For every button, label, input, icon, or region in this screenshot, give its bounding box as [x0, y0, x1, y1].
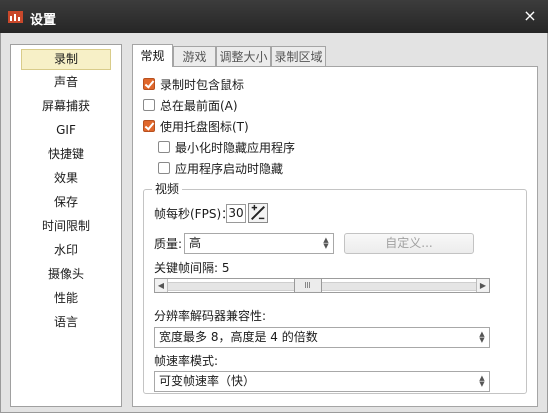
always-on-top-label: 总在最前面(A) — [160, 99, 238, 113]
tab-record-area[interactable]: 录制区域 — [271, 46, 326, 66]
settings-category-list: 录制 声音 屏幕捕获 GIF 快捷键 效果 保存 时间限制 水印 摄像头 性能 … — [10, 44, 122, 407]
slider-track[interactable] — [168, 279, 476, 292]
spin-arrows-icon: ▲ ▼ — [479, 374, 485, 388]
hide-on-minimize-checkbox[interactable] — [158, 141, 170, 153]
quality-select[interactable]: 高 ▲ ▼ — [184, 233, 334, 254]
include-cursor-checkbox[interactable] — [143, 78, 155, 90]
title-bar: 设置 × — [0, 0, 548, 33]
resolution-compat-label: 分辨率解码器兼容性: — [154, 309, 267, 323]
keyframe-interval-slider[interactable]: ◀ ▶ — [154, 278, 490, 293]
slider-thumb[interactable] — [294, 279, 322, 292]
sidebar-item-webcam[interactable]: 摄像头 — [21, 264, 111, 285]
sidebar-item-performance[interactable]: 性能 — [21, 288, 111, 309]
fps-adjust-icon[interactable] — [248, 203, 268, 223]
tab-game[interactable]: 游戏 — [173, 46, 216, 66]
sidebar-item-effects[interactable]: 效果 — [21, 168, 111, 189]
hide-on-minimize-label: 最小化时隐藏应用程序 — [175, 141, 296, 155]
sidebar-item-audio[interactable]: 声音 — [21, 72, 111, 93]
spin-arrows-icon: ▲ ▼ — [479, 330, 485, 344]
close-icon[interactable]: × — [522, 7, 538, 25]
resolution-compat-select[interactable]: 宽度最多 8，高度是 4 的倍数 ▲ ▼ — [154, 327, 490, 348]
slider-left-arrow-icon[interactable]: ◀ — [155, 279, 168, 292]
sidebar-item-watermark[interactable]: 水印 — [21, 240, 111, 261]
framerate-mode-label: 帧速率模式: — [154, 354, 219, 368]
tray-icon-checkbox[interactable] — [143, 120, 155, 132]
sidebar-item-time-limit[interactable]: 时间限制 — [21, 216, 111, 237]
quality-value: 高 — [189, 236, 202, 250]
framerate-mode-select[interactable]: 可变帧速率（快） ▲ ▼ — [154, 371, 490, 392]
sidebar-item-save[interactable]: 保存 — [21, 192, 111, 213]
tab-resize[interactable]: 调整大小 — [216, 46, 271, 66]
sidebar-item-hotkeys[interactable]: 快捷键 — [21, 144, 111, 165]
window-title: 设置 — [30, 13, 57, 28]
video-group-title: 视频 — [152, 182, 183, 196]
sidebar-item-language[interactable]: 语言 — [21, 312, 111, 333]
framerate-mode-value: 可变帧速率（快） — [159, 374, 256, 388]
quality-label: 质量: — [154, 237, 183, 251]
sidebar-item-gif[interactable]: GIF — [21, 120, 111, 141]
sidebar-item-record[interactable]: 录制 — [21, 49, 111, 70]
tray-icon-label: 使用托盘图标(T) — [160, 120, 249, 134]
resolution-compat-value: 宽度最多 8，高度是 4 的倍数 — [159, 330, 318, 344]
hide-on-start-label: 应用程序启动时隐藏 — [175, 162, 284, 176]
always-on-top-checkbox[interactable] — [143, 99, 155, 111]
tab-general[interactable]: 常规 — [132, 44, 173, 67]
fps-input[interactable]: 30 — [226, 204, 246, 223]
video-group: 视频 帧每秒(FPS)： 30 质量: 高 ▲ ▼ 自定义... 关键帧间隔: 5… — [143, 182, 527, 394]
custom-quality-button[interactable]: 自定义... — [344, 233, 474, 254]
fps-label: 帧每秒(FPS)： — [154, 207, 234, 221]
sidebar-item-screen-capture[interactable]: 屏幕捕获 — [21, 96, 111, 117]
keyframe-interval-label: 关键帧间隔: 5 — [154, 261, 230, 275]
app-icon — [8, 11, 23, 23]
general-tab-panel: 录制时包含鼠标 总在最前面(A) 使用托盘图标(T) 最小化时隐藏应用程序 应用… — [132, 66, 538, 407]
hide-on-start-checkbox[interactable] — [158, 162, 170, 174]
settings-window: 录制 声音 屏幕捕获 GIF 快捷键 效果 保存 时间限制 水印 摄像头 性能 … — [0, 33, 548, 413]
include-cursor-label: 录制时包含鼠标 — [160, 78, 245, 92]
spin-arrows-icon: ▲ ▼ — [323, 236, 329, 250]
slider-right-arrow-icon[interactable]: ▶ — [476, 279, 489, 292]
